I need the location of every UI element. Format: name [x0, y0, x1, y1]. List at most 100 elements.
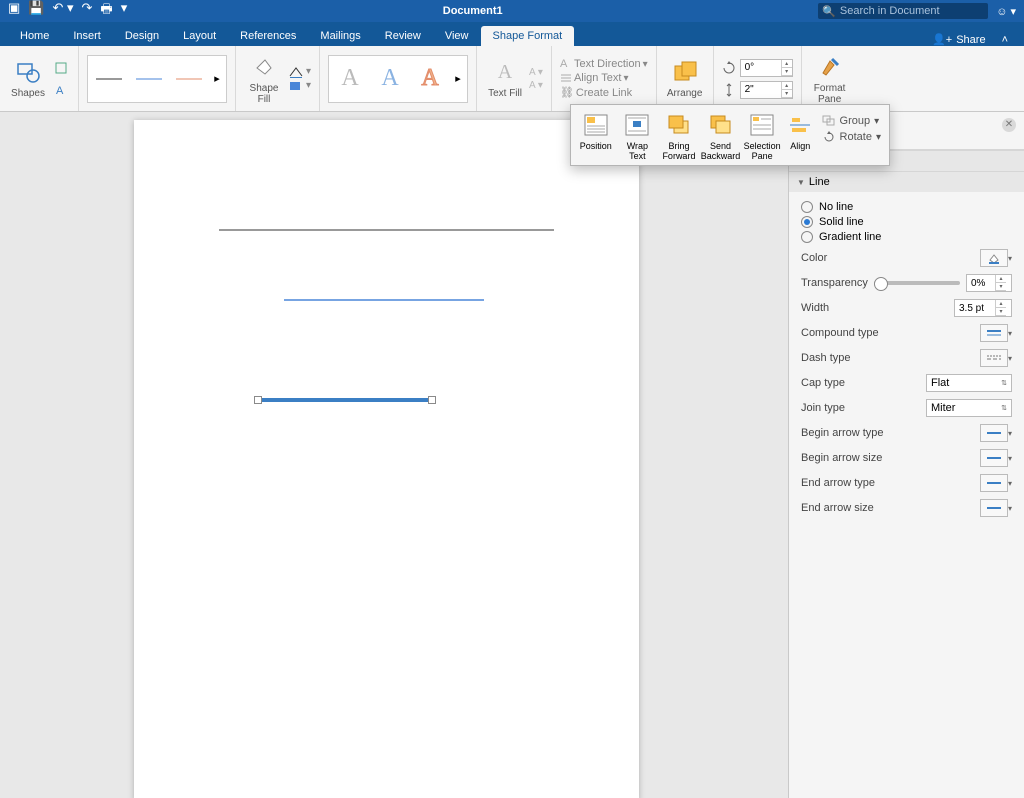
- begin-arrow-size-button[interactable]: [980, 449, 1008, 467]
- shape-effects-button[interactable]: ▾: [288, 80, 311, 92]
- begin-type-label: Begin arrow type: [801, 427, 884, 439]
- shape-fill-label: Shape Fill: [250, 83, 279, 105]
- height-input[interactable]: ▴▾: [740, 81, 793, 99]
- arrange-icon: [671, 58, 699, 86]
- style-1[interactable]: [90, 59, 128, 99]
- text-outline-button[interactable]: A ▾: [529, 67, 543, 78]
- text-direction-button[interactable]: A Text Direction ▾: [560, 58, 648, 70]
- wordart-more[interactable]: ▸: [451, 59, 465, 99]
- arrange-popup: Position Wrap Text Bring Forward Send Ba…: [570, 104, 890, 166]
- shapes-button[interactable]: Shapes: [8, 58, 48, 99]
- tab-mailings[interactable]: Mailings: [308, 26, 372, 46]
- smiley-icon[interactable]: ☺ ▾: [996, 5, 1016, 18]
- height-icon: [722, 83, 736, 97]
- document-title: Document1: [135, 5, 810, 17]
- dash-label: Dash type: [801, 352, 851, 364]
- text-fill-button[interactable]: A Text Fill: [485, 58, 525, 99]
- save-icon[interactable]: 💾: [28, 0, 44, 22]
- bring-forward-button[interactable]: Bring Forward: [658, 111, 700, 161]
- end-arrow-type-button[interactable]: [980, 474, 1008, 492]
- radio-solid-line[interactable]: Solid line: [801, 216, 1012, 228]
- undo-icon[interactable]: ↶ ▾: [52, 0, 73, 22]
- tab-insert[interactable]: Insert: [61, 26, 113, 46]
- radio-no-line[interactable]: No line: [801, 201, 1012, 213]
- selection-handle-left[interactable]: [254, 396, 262, 404]
- tab-home[interactable]: Home: [8, 26, 61, 46]
- redo-icon[interactable]: ↷: [82, 0, 93, 22]
- autosave-icon[interactable]: ▣: [8, 0, 20, 22]
- shape-outline-button[interactable]: ▾: [288, 66, 311, 78]
- ribbon: Shapes A ▸ Shape Fill ▾ ▾: [0, 46, 1024, 112]
- dash-type-button[interactable]: [980, 349, 1008, 367]
- text-effects-button[interactable]: A ▾: [529, 80, 543, 91]
- selection-handle-right[interactable]: [428, 396, 436, 404]
- cap-type-select[interactable]: Flat⇅: [926, 374, 1012, 392]
- edit-shape-icon[interactable]: [52, 59, 70, 77]
- line-width-input[interactable]: ▴▾: [954, 299, 1012, 317]
- align-button[interactable]: Align: [783, 111, 818, 151]
- wrap-text-button[interactable]: Wrap Text: [617, 111, 659, 161]
- search-input[interactable]: 🔍 Search in Document: [818, 3, 988, 19]
- ribbon-tabs: Home Insert Design Layout References Mai…: [0, 22, 1024, 46]
- line-color-button[interactable]: [980, 249, 1008, 267]
- shapes-icon: [14, 58, 42, 86]
- tab-layout[interactable]: Layout: [171, 26, 228, 46]
- send-backward-button[interactable]: Send Backward: [700, 111, 742, 161]
- transparency-slider[interactable]: [874, 281, 960, 285]
- tab-references[interactable]: References: [228, 26, 308, 46]
- width-label: Width: [801, 302, 829, 314]
- line-section-header[interactable]: ▼Line: [789, 172, 1024, 192]
- text-fill-icon: A: [491, 58, 519, 86]
- end-size-label: End arrow size: [801, 502, 874, 514]
- share-label: Share: [956, 34, 985, 46]
- end-arrow-size-button[interactable]: [980, 499, 1008, 517]
- create-link-button[interactable]: ⛓ Create Link: [560, 86, 648, 99]
- style-2[interactable]: [130, 59, 168, 99]
- rotation-input[interactable]: ▴▾: [740, 59, 793, 77]
- tab-review[interactable]: Review: [373, 26, 433, 46]
- begin-arrow-type-button[interactable]: [980, 424, 1008, 442]
- search-placeholder: Search in Document: [840, 5, 940, 17]
- shape-fill-button[interactable]: Shape Fill: [244, 53, 284, 105]
- wordart-1[interactable]: A: [331, 59, 369, 99]
- tab-design[interactable]: Design: [113, 26, 171, 46]
- rotation-icon: [722, 61, 736, 75]
- draw-textbox-icon[interactable]: A: [52, 81, 70, 99]
- end-type-label: End arrow type: [801, 477, 875, 489]
- print-icon[interactable]: 🖶: [100, 0, 112, 22]
- compound-type-button[interactable]: [980, 324, 1008, 342]
- share-button[interactable]: 👤+ Share: [924, 33, 993, 46]
- document-canvas[interactable]: [0, 112, 788, 798]
- radio-gradient-line[interactable]: Gradient line: [801, 231, 1012, 243]
- transparency-label: Transparency: [801, 277, 868, 289]
- shape-style-gallery[interactable]: ▸: [87, 55, 227, 103]
- page: [134, 120, 639, 798]
- join-type-select[interactable]: Miter⇅: [926, 399, 1012, 417]
- format-pane-icon: [816, 53, 844, 81]
- fill-icon: [250, 53, 278, 81]
- format-pane-button[interactable]: Format Pane: [810, 53, 850, 105]
- wordart-3[interactable]: A: [411, 59, 449, 99]
- close-pane-button[interactable]: ✕: [1002, 118, 1016, 132]
- wordart-2[interactable]: A: [371, 59, 409, 99]
- rotate-button[interactable]: Rotate ▾: [822, 131, 881, 143]
- gallery-more[interactable]: ▸: [210, 59, 224, 99]
- wordart-gallery[interactable]: A A A ▸: [328, 55, 468, 103]
- collapse-ribbon[interactable]: ˄: [994, 34, 1016, 46]
- position-button[interactable]: Position: [575, 111, 617, 151]
- link-icon: ⛓: [560, 86, 574, 99]
- search-icon: 🔍: [822, 5, 836, 18]
- tab-view[interactable]: View: [433, 26, 481, 46]
- svg-text:A: A: [56, 85, 64, 97]
- transparency-input[interactable]: ▴▾: [966, 274, 1012, 292]
- compound-label: Compound type: [801, 327, 879, 339]
- align-text-button[interactable]: Align Text ▾: [560, 72, 648, 84]
- qat-more-icon[interactable]: ▾: [121, 0, 128, 22]
- group-button[interactable]: Group ▾: [822, 115, 881, 127]
- style-3[interactable]: [170, 59, 208, 99]
- page-shapes: [134, 120, 639, 798]
- tab-shape-format[interactable]: Shape Format: [481, 26, 575, 46]
- arrange-button[interactable]: Arrange: [665, 58, 705, 99]
- selection-pane-button[interactable]: Selection Pane: [741, 111, 783, 161]
- title-bar: ▣ 💾 ↶ ▾ ↷ 🖶 ▾ Document1 🔍 Search in Docu…: [0, 0, 1024, 22]
